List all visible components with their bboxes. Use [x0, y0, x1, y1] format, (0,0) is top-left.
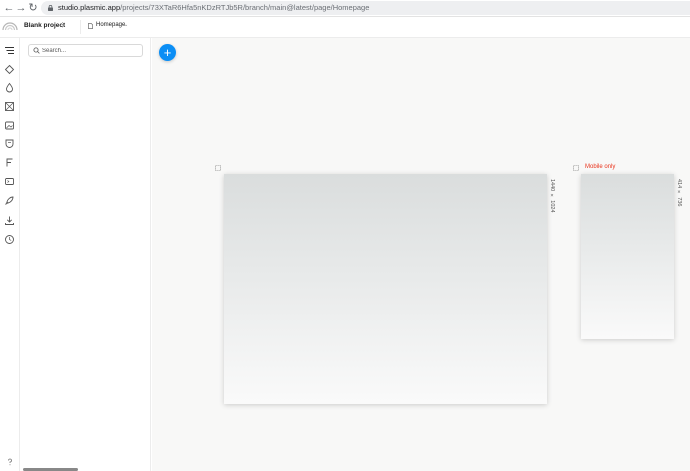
page-name[interactable]: Homepage	[96, 22, 125, 28]
header-divider	[80, 20, 81, 34]
frame-handle-icon[interactable]	[215, 165, 221, 171]
frame-handle-icon[interactable]	[573, 165, 579, 171]
plasmic-logo-icon[interactable]	[2, 19, 18, 31]
add-button[interactable]: +	[159, 44, 176, 61]
help-icon[interactable]	[6, 458, 14, 466]
browser-toolbar: ← → ↻ studio.plasmic.app/projects/73XTaR…	[0, 0, 690, 17]
image-icon[interactable]	[4, 101, 15, 112]
app-header: Blank project ⋮ Homepage ⌄	[0, 17, 690, 38]
canvas[interactable]: + 1440 × 1024 Mobile only 414 × 736	[152, 38, 690, 471]
rocket-icon[interactable]	[4, 195, 15, 206]
component-icon[interactable]	[4, 64, 15, 75]
shield-icon[interactable]	[4, 138, 15, 149]
artboard-mobile-size: 414 × 736	[676, 179, 682, 207]
artboard-desktop[interactable]	[224, 174, 547, 404]
download-icon[interactable]	[4, 215, 15, 226]
artboard-mobile[interactable]	[581, 174, 674, 339]
artboard-desktop-size: 1440 × 1024	[549, 179, 555, 213]
url-text: studio.plasmic.app/projects/73XTaR6Hfa5n…	[58, 1, 369, 15]
search-box[interactable]	[28, 44, 143, 57]
search-input[interactable]	[42, 45, 140, 56]
code-icon[interactable]	[4, 176, 15, 187]
lock-icon	[48, 5, 53, 11]
font-icon[interactable]	[4, 157, 15, 168]
image-gallery-icon[interactable]	[4, 120, 15, 131]
artboard-mobile-label[interactable]: Mobile only	[585, 164, 615, 170]
history-icon[interactable]	[4, 234, 15, 245]
project-menu-icon[interactable]: ⋮	[59, 21, 66, 29]
icon-rail	[0, 38, 20, 471]
url-path: /projects/73XTaR6Hfa5nKDzRTJb5R/branch/m…	[120, 3, 370, 12]
arrow-left-icon[interactable]: ←	[3, 2, 15, 14]
outline-icon[interactable]	[4, 45, 15, 56]
address-bar[interactable]: studio.plasmic.app/projects/73XTaR6Hfa5n…	[41, 1, 690, 15]
url-host: studio.plasmic.app	[58, 3, 121, 12]
chevron-down-icon[interactable]: ⌄	[124, 22, 128, 28]
page-icon	[88, 23, 93, 29]
arrow-right-icon[interactable]: →	[15, 2, 27, 14]
drop-icon[interactable]	[4, 82, 15, 93]
outline-panel	[21, 38, 151, 471]
search-icon	[33, 47, 40, 54]
reload-icon[interactable]: ↻	[27, 2, 39, 14]
